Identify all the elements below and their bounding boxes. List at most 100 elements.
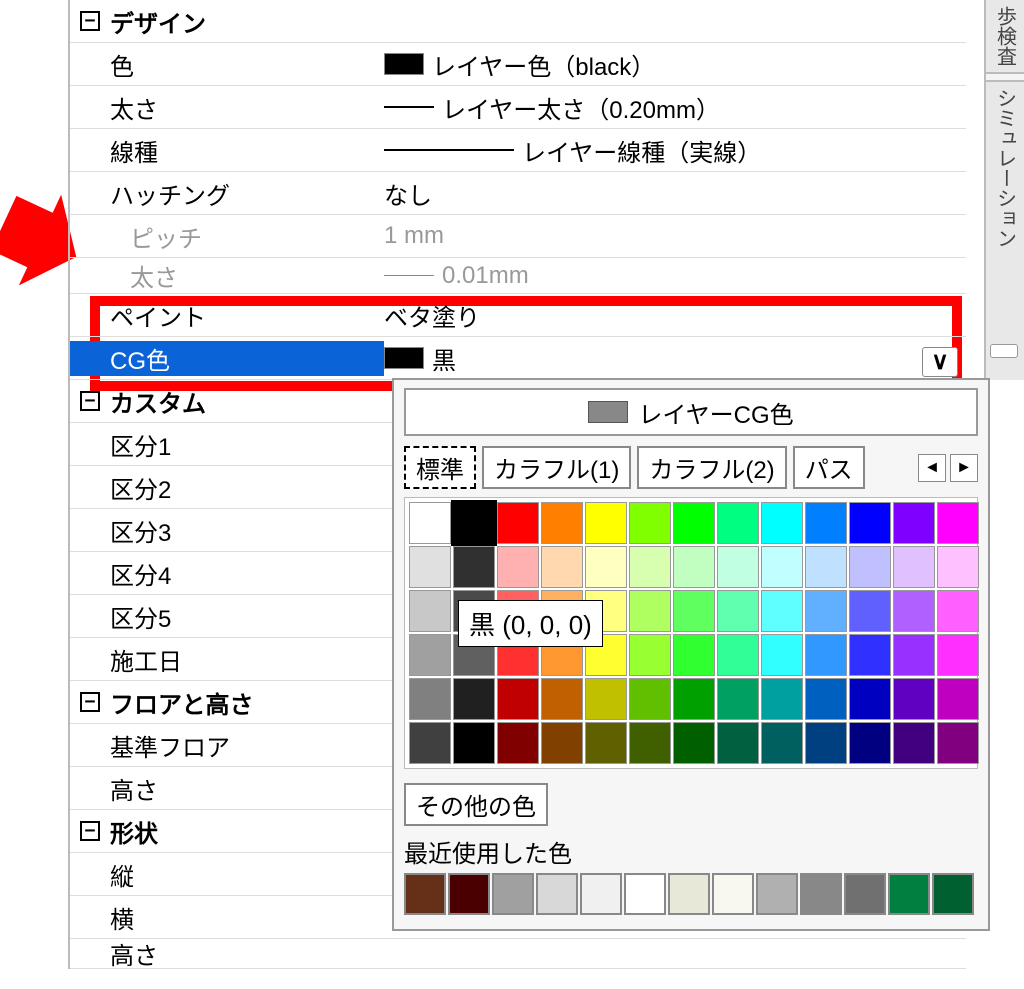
- recent-color-swatch[interactable]: [580, 873, 622, 915]
- row-weight2[interactable]: 太さ 0.01mm: [70, 258, 966, 294]
- tab-scroll-right[interactable]: ►: [950, 454, 978, 482]
- side-tab-inspect[interactable]: 歩検査: [986, 0, 1024, 72]
- color-swatch[interactable]: [453, 546, 495, 588]
- recent-color-swatch[interactable]: [624, 873, 666, 915]
- recent-color-swatch[interactable]: [404, 873, 446, 915]
- color-swatch[interactable]: [541, 546, 583, 588]
- color-swatch[interactable]: [585, 546, 627, 588]
- color-swatch[interactable]: [849, 634, 891, 676]
- color-swatch[interactable]: [673, 546, 715, 588]
- row-shape-t[interactable]: 高さ: [70, 939, 966, 969]
- cgcolor-dropdown-button[interactable]: ∨: [922, 347, 958, 377]
- color-swatch[interactable]: [937, 502, 979, 544]
- row-pitch[interactable]: ピッチ 1 mm: [70, 215, 966, 258]
- color-swatch[interactable]: [497, 546, 539, 588]
- color-swatch[interactable]: [937, 590, 979, 632]
- color-swatch[interactable]: [629, 678, 671, 720]
- color-swatch[interactable]: [761, 678, 803, 720]
- color-swatch[interactable]: [409, 546, 451, 588]
- color-swatch[interactable]: [717, 678, 759, 720]
- side-tab-simulation[interactable]: シミュレーション: [986, 82, 1024, 254]
- color-swatch[interactable]: [585, 502, 627, 544]
- recent-color-swatch[interactable]: [888, 873, 930, 915]
- color-swatch[interactable]: [761, 502, 803, 544]
- recent-color-swatch[interactable]: [492, 873, 534, 915]
- recent-color-swatch[interactable]: [800, 873, 842, 915]
- color-swatch[interactable]: [629, 546, 671, 588]
- color-swatch[interactable]: [629, 722, 671, 764]
- collapse-icon[interactable]: −: [80, 821, 100, 841]
- recent-color-swatch[interactable]: [756, 873, 798, 915]
- color-swatch[interactable]: [541, 678, 583, 720]
- color-swatch[interactable]: [717, 502, 759, 544]
- color-swatch[interactable]: [717, 634, 759, 676]
- color-swatch[interactable]: [761, 590, 803, 632]
- color-swatch[interactable]: [849, 590, 891, 632]
- color-swatch[interactable]: [893, 590, 935, 632]
- tab-colorful1[interactable]: カラフル(1): [482, 446, 631, 489]
- color-swatch[interactable]: [761, 634, 803, 676]
- color-swatch[interactable]: [629, 590, 671, 632]
- color-swatch[interactable]: [937, 546, 979, 588]
- color-swatch[interactable]: [805, 722, 847, 764]
- color-picker-layer-button[interactable]: レイヤーCG色: [404, 388, 978, 436]
- color-swatch[interactable]: [805, 546, 847, 588]
- color-swatch[interactable]: [629, 502, 671, 544]
- color-swatch[interactable]: [673, 502, 715, 544]
- color-swatch[interactable]: [497, 502, 539, 544]
- color-swatch[interactable]: [409, 590, 451, 632]
- color-swatch[interactable]: [893, 634, 935, 676]
- tab-scroll-left[interactable]: ◄: [918, 454, 946, 482]
- row-hatching[interactable]: ハッチング なし: [70, 172, 966, 215]
- collapse-icon[interactable]: −: [80, 692, 100, 712]
- collapse-icon[interactable]: −: [80, 11, 100, 31]
- color-swatch[interactable]: [585, 678, 627, 720]
- color-swatch[interactable]: [849, 722, 891, 764]
- color-swatch[interactable]: [805, 634, 847, 676]
- recent-color-swatch[interactable]: [712, 873, 754, 915]
- color-swatch[interactable]: [453, 678, 495, 720]
- row-weight[interactable]: 太さ レイヤー太さ（0.20mm）: [70, 86, 966, 129]
- color-swatch[interactable]: [761, 722, 803, 764]
- color-swatch[interactable]: [805, 590, 847, 632]
- color-swatch[interactable]: [497, 678, 539, 720]
- recent-color-swatch[interactable]: [448, 873, 490, 915]
- tab-standard[interactable]: 標準: [404, 446, 476, 489]
- recent-color-swatch[interactable]: [536, 873, 578, 915]
- color-swatch[interactable]: [717, 546, 759, 588]
- recent-color-swatch[interactable]: [844, 873, 886, 915]
- color-swatch[interactable]: [937, 678, 979, 720]
- row-paint[interactable]: ペイント ベタ塗り: [70, 294, 966, 337]
- color-swatch[interactable]: [629, 634, 671, 676]
- color-swatch[interactable]: [673, 634, 715, 676]
- recent-color-swatch[interactable]: [668, 873, 710, 915]
- row-linetype[interactable]: 線種 レイヤー線種（実線）: [70, 129, 966, 172]
- color-swatch[interactable]: [409, 634, 451, 676]
- color-swatch[interactable]: [541, 502, 583, 544]
- color-swatch[interactable]: [409, 722, 451, 764]
- tab-path[interactable]: パス: [793, 446, 865, 489]
- color-swatch[interactable]: [805, 678, 847, 720]
- color-swatch[interactable]: [673, 590, 715, 632]
- color-swatch[interactable]: [673, 678, 715, 720]
- color-swatch[interactable]: [893, 546, 935, 588]
- color-swatch[interactable]: [409, 502, 451, 544]
- collapse-icon[interactable]: −: [80, 391, 100, 411]
- color-swatch[interactable]: [849, 546, 891, 588]
- color-swatch[interactable]: [585, 722, 627, 764]
- other-color-button[interactable]: その他の色: [404, 783, 548, 826]
- color-swatch[interactable]: [761, 546, 803, 588]
- color-swatch[interactable]: [893, 502, 935, 544]
- color-swatch[interactable]: [541, 722, 583, 764]
- tab-colorful2[interactable]: カラフル(2): [637, 446, 786, 489]
- color-swatch[interactable]: [717, 722, 759, 764]
- color-swatch[interactable]: [937, 634, 979, 676]
- color-swatch[interactable]: [849, 502, 891, 544]
- color-swatch[interactable]: [893, 722, 935, 764]
- color-swatch[interactable]: [937, 722, 979, 764]
- section-design-header[interactable]: − デザイン: [70, 0, 966, 43]
- side-handle[interactable]: [990, 344, 1018, 358]
- color-swatch[interactable]: [673, 722, 715, 764]
- row-cgcolor[interactable]: CG色 黒 ∨: [70, 337, 966, 380]
- color-swatch[interactable]: [497, 722, 539, 764]
